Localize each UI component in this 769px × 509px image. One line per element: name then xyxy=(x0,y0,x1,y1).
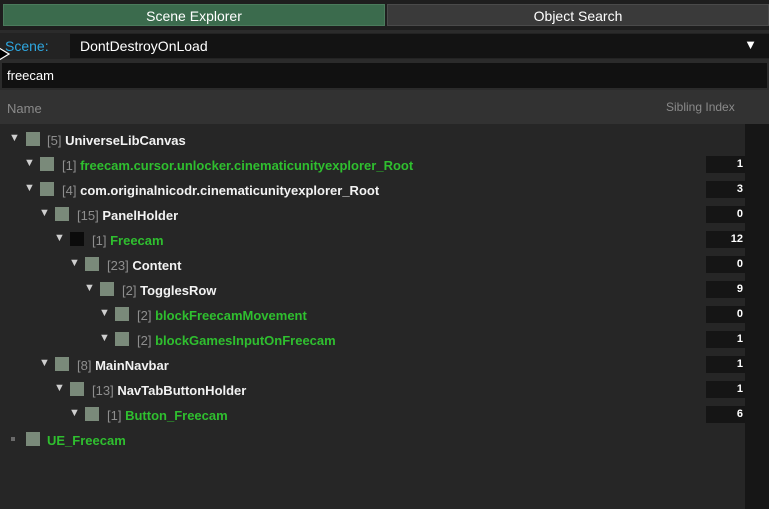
active-checkbox[interactable] xyxy=(70,232,84,246)
tree-row[interactable]: ▼ [15] PanelHolder 0 xyxy=(0,202,745,227)
expand-arrow-icon[interactable]: ▼ xyxy=(9,132,20,144)
sibling-index-field[interactable]: 1 xyxy=(706,381,745,398)
tree-row[interactable]: ▼ [1] Button_Freecam 6 xyxy=(0,402,745,427)
tree-row[interactable]: ▼ [2] blockGamesInputOnFreecam 1 xyxy=(0,327,745,352)
active-checkbox[interactable] xyxy=(40,182,54,196)
column-name-header: Name xyxy=(7,101,42,116)
active-checkbox[interactable] xyxy=(55,207,69,221)
tab-object-search[interactable]: Object Search xyxy=(387,4,769,26)
dropdown-arrow-icon: ▼ xyxy=(744,37,757,52)
active-checkbox[interactable] xyxy=(55,357,69,371)
tree-row[interactable]: ▼ [2] TogglesRow 9 xyxy=(0,277,745,302)
expand-arrow-icon[interactable]: ▼ xyxy=(24,157,35,169)
expand-arrow-icon[interactable]: ▼ xyxy=(69,257,80,269)
tree-row-label: [4] com.originalnicodr.cinematicunityexp… xyxy=(62,183,380,198)
sibling-index-field[interactable]: 0 xyxy=(706,256,745,273)
column-sibling-index-header: Sibling Index xyxy=(666,100,735,114)
search-input[interactable]: freecam xyxy=(2,63,767,88)
active-checkbox[interactable] xyxy=(70,382,84,396)
sibling-index-field[interactable]: 12 xyxy=(706,231,745,248)
active-checkbox[interactable] xyxy=(40,157,54,171)
mouse-cursor-icon xyxy=(0,47,10,61)
scrollbar[interactable] xyxy=(745,124,769,509)
tree-row-label: [15] PanelHolder xyxy=(77,208,179,223)
active-checkbox[interactable] xyxy=(85,407,99,421)
tree-row-label: [2] blockGamesInputOnFreecam xyxy=(137,333,336,348)
sibling-index-field[interactable]: 9 xyxy=(706,281,745,298)
tree-row[interactable]: ▼ [8] MainNavbar 1 xyxy=(0,352,745,377)
tree-row-label: [1] freecam.cursor.unlocker.cinematicuni… xyxy=(62,158,414,173)
sibling-index-field[interactable]: 6 xyxy=(706,406,745,423)
active-checkbox[interactable] xyxy=(100,282,114,296)
search-input-value: freecam xyxy=(7,68,54,83)
tree-row[interactable]: ▼ [4] com.originalnicodr.cinematicunitye… xyxy=(0,177,745,202)
expand-arrow-icon[interactable]: ▼ xyxy=(39,357,50,369)
tree-row-label: [1] Freecam xyxy=(92,233,164,248)
tree-row[interactable]: ▼ [13] NavTabButtonHolder 1 xyxy=(0,377,745,402)
tree-row-label: UE_Freecam xyxy=(47,433,126,448)
tree-row[interactable]: ▼ [1] freecam.cursor.unlocker.cinematicu… xyxy=(0,152,745,177)
active-checkbox[interactable] xyxy=(85,257,99,271)
sibling-index-field[interactable]: 3 xyxy=(706,181,745,198)
tree-row[interactable]: ▼ [2] blockFreecamMovement 0 xyxy=(0,302,745,327)
expand-arrow-icon[interactable]: ▼ xyxy=(24,182,35,194)
tree-row-label: [2] TogglesRow xyxy=(122,283,217,298)
scene-label: Scene: xyxy=(5,38,49,54)
tree-row-label: [1] Button_Freecam xyxy=(107,408,228,423)
tree-row-label: [13] NavTabButtonHolder xyxy=(92,383,247,398)
tree-row[interactable]: ▼ [5] UniverseLibCanvas xyxy=(0,127,745,152)
sibling-index-field[interactable]: 0 xyxy=(706,306,745,323)
expand-arrow-icon[interactable]: ▼ xyxy=(99,332,110,344)
tree-row[interactable]: ▼ [23] Content 0 xyxy=(0,252,745,277)
active-checkbox[interactable] xyxy=(26,132,40,146)
scene-dropdown[interactable]: DontDestroyOnLoad ▼ xyxy=(70,34,769,58)
column-header: Name Sibling Index xyxy=(0,90,769,124)
expand-arrow-icon[interactable]: ▼ xyxy=(99,307,110,319)
tree-row[interactable]: UE_Freecam xyxy=(0,427,745,452)
expand-arrow-icon[interactable]: ▼ xyxy=(84,282,95,294)
leaf-dot-icon xyxy=(11,437,15,441)
expand-arrow-icon[interactable]: ▼ xyxy=(54,382,65,394)
tab-bar: Scene Explorer Object Search xyxy=(0,0,769,30)
tree-row-label: [5] UniverseLibCanvas xyxy=(47,133,186,148)
tree-row-label: [2] blockFreecamMovement xyxy=(137,308,307,323)
tree-row-label: [8] MainNavbar xyxy=(77,358,169,373)
expand-arrow-icon[interactable]: ▼ xyxy=(69,407,80,419)
expand-arrow-icon[interactable]: ▼ xyxy=(39,207,50,219)
tab-scene-explorer[interactable]: Scene Explorer xyxy=(3,4,385,26)
scene-dropdown-value: DontDestroyOnLoad xyxy=(80,38,208,54)
active-checkbox[interactable] xyxy=(115,332,129,346)
tree-row[interactable]: ▼ [1] Freecam 12 xyxy=(0,227,745,252)
sibling-index-field[interactable]: 1 xyxy=(706,356,745,373)
tree-row-label: [23] Content xyxy=(107,258,182,273)
sibling-index-field[interactable]: 0 xyxy=(706,206,745,223)
sibling-index-field[interactable]: 1 xyxy=(706,156,745,173)
expand-arrow-icon[interactable]: ▼ xyxy=(54,232,65,244)
active-checkbox[interactable] xyxy=(115,307,129,321)
active-checkbox[interactable] xyxy=(26,432,40,446)
sibling-index-field[interactable]: 1 xyxy=(706,331,745,348)
